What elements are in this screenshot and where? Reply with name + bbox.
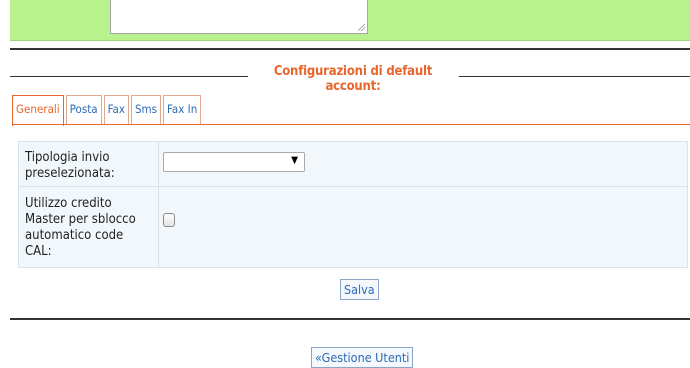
tipologia-cell: ▼ [158, 141, 688, 187]
tab-underline [12, 124, 690, 125]
bottom-divider [10, 318, 690, 320]
tab-bar: Generali Posta Fax Sms Fax In [12, 95, 202, 126]
back-gestione-utenti-button[interactable]: «Gestione Utenti [311, 347, 414, 368]
utilizzo-checkbox[interactable] [163, 213, 175, 227]
legend-line-left [10, 76, 248, 77]
tipologia-label: Tipologia invio preselezionata: [18, 141, 159, 187]
utilizzo-cell [158, 186, 688, 268]
form-row-tipologia: Tipologia invio preselezionata: ▼ [18, 141, 688, 187]
tipologia-select[interactable]: ▼ [163, 152, 305, 172]
top-divider [10, 48, 690, 50]
section-title: Configurazioni di default account: [273, 64, 433, 94]
legend-line-right [459, 76, 690, 77]
tab-sms[interactable]: Sms [130, 95, 162, 124]
tab-fax-in[interactable]: Fax In [163, 95, 202, 124]
tab-generali[interactable]: Generali [12, 95, 64, 126]
settings-form: Tipologia invio preselezionata: ▼ Utiliz… [18, 141, 688, 268]
tab-posta[interactable]: Posta [65, 95, 102, 124]
utilizzo-label: Utilizzo credito Master per sblocco auto… [18, 186, 159, 268]
dropdown-arrow-icon: ▼ [291, 155, 298, 166]
form-row-utilizzo: Utilizzo credito Master per sblocco auto… [18, 186, 688, 268]
notes-textarea[interactable] [110, 0, 368, 34]
tab-fax[interactable]: Fax [103, 95, 129, 124]
top-green-panel [10, 0, 690, 41]
save-button[interactable]: Salva [340, 279, 379, 300]
resize-handle-icon[interactable] [358, 24, 365, 31]
